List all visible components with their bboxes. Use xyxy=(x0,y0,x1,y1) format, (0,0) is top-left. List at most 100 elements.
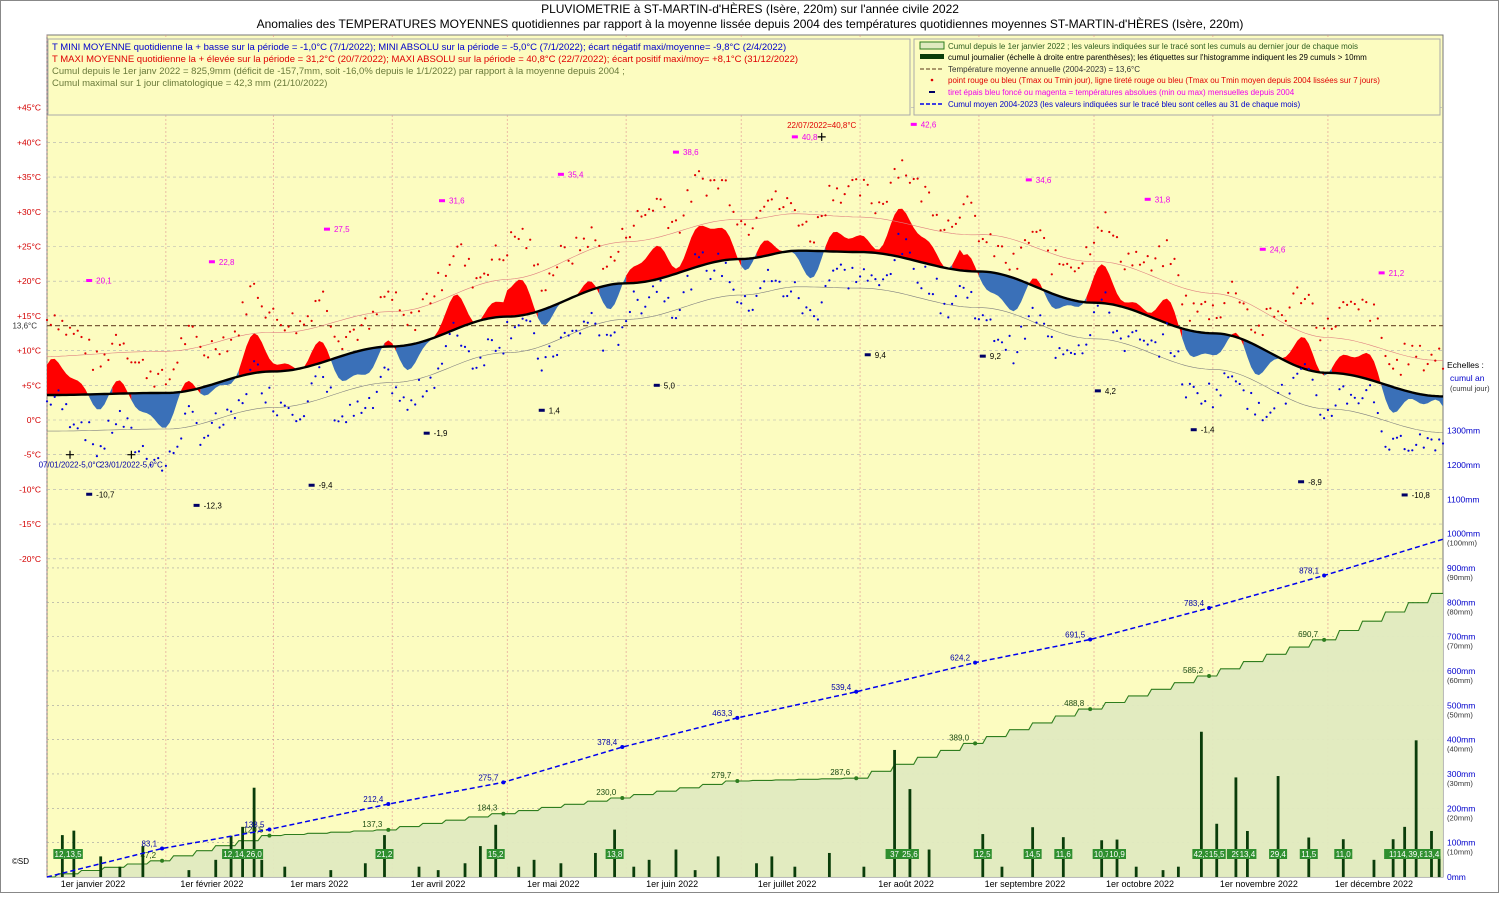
avg-cumul-point xyxy=(160,846,165,851)
tmax-dot xyxy=(479,276,482,279)
tmin-dot xyxy=(1177,350,1180,353)
abs-max-mark xyxy=(1259,247,1266,251)
avg-cumul-point xyxy=(267,827,272,832)
abs-max-label: 34,6 xyxy=(1036,176,1052,185)
cumul-point xyxy=(973,741,978,746)
y-tick-label: +15°C xyxy=(17,311,41,321)
tmax-dot xyxy=(299,320,302,323)
tmin-dot xyxy=(237,399,240,402)
tmax-dot xyxy=(862,178,866,181)
tmin-dot xyxy=(241,402,244,405)
tmax-dot xyxy=(268,311,271,314)
tmax-dot xyxy=(417,310,421,313)
tmin-dot xyxy=(1023,337,1027,340)
tmin-dot xyxy=(1115,329,1119,332)
special-point-label: 07/01/2022-5,0°C xyxy=(39,461,102,470)
tmin-dot xyxy=(210,421,213,424)
tmax-dot xyxy=(1184,294,1188,297)
cumul-label: 184,3 xyxy=(477,804,498,813)
tmin-dot xyxy=(233,416,236,420)
tmax-dot xyxy=(609,255,612,259)
tmin-dot xyxy=(1395,436,1399,439)
tmax-dot xyxy=(118,343,121,346)
tmin-dot xyxy=(743,295,747,298)
tmin-dot xyxy=(728,281,731,284)
tmax-dot xyxy=(1326,317,1329,320)
tmin-dot xyxy=(697,256,701,259)
tmin-dot xyxy=(958,284,961,288)
legend-item-avg-cumul: Cumul moyen 2004-2023 (les valeurs indiq… xyxy=(948,100,1301,109)
tmax-dot xyxy=(931,214,935,217)
tmax-dot xyxy=(76,329,79,332)
tmax-dot xyxy=(617,250,620,253)
avg-cumul-label: 212,4 xyxy=(363,795,384,804)
rain-label: 13,8 xyxy=(605,849,624,859)
abs-max-mark xyxy=(439,199,446,203)
tmax-dot xyxy=(1016,267,1019,270)
tmax-dot xyxy=(360,324,363,327)
tmax-dot xyxy=(1288,306,1291,309)
copyright: ©SD xyxy=(12,857,29,866)
tmin-dot xyxy=(1050,335,1053,338)
tmax-dot xyxy=(318,299,321,302)
tmin-dot xyxy=(364,406,367,410)
tmin-dot xyxy=(1261,419,1264,422)
tmin-dot xyxy=(766,268,770,271)
tmin-dot xyxy=(609,334,612,337)
special-point-label: 22/07/2022=40,8°C xyxy=(787,121,856,130)
right-tick-label: 700mm xyxy=(1447,632,1475,642)
tmax-dot xyxy=(536,263,540,266)
tmin-dot xyxy=(502,352,505,355)
tmax-dot xyxy=(114,333,118,336)
tmin-dot xyxy=(997,338,1000,341)
tmax-dot xyxy=(65,333,68,336)
abs-min-label: 9,4 xyxy=(875,351,887,360)
tmax-dot xyxy=(1043,236,1046,240)
abs-min-mark xyxy=(1298,480,1305,484)
tmax-dot xyxy=(1234,292,1237,295)
tmin-dot xyxy=(1173,355,1176,358)
tmin-dot xyxy=(1054,356,1057,359)
tmax-dot xyxy=(985,241,988,244)
tmin-dot xyxy=(302,415,306,418)
abs-max-label: 31,6 xyxy=(449,197,465,206)
tmin-dot xyxy=(552,355,555,358)
tmin-dot xyxy=(686,274,689,277)
rain-label-text: 14,5 xyxy=(1025,850,1041,859)
tmin-dot xyxy=(341,415,344,418)
tmax-dot xyxy=(1100,229,1103,232)
abs-max-label: 40,8 xyxy=(802,133,818,142)
tmin-dot xyxy=(1380,430,1383,433)
tmin-dot xyxy=(1046,335,1050,338)
annual-mean-label: 13,6°C xyxy=(12,322,37,331)
tmin-dot xyxy=(360,411,363,414)
tmax-dot xyxy=(966,195,969,198)
abs-max-label: 21,2 xyxy=(1389,269,1405,278)
tmin-dot xyxy=(1376,411,1379,415)
rain-bar xyxy=(1437,856,1441,877)
tmax-dot xyxy=(176,361,179,364)
rain-label-text: 15,5 xyxy=(1209,850,1225,859)
tmin-dot xyxy=(651,285,655,288)
tmax-dot xyxy=(1342,301,1345,304)
tmin-dot xyxy=(187,405,190,408)
cumul-point xyxy=(267,833,272,838)
tmax-dot xyxy=(1254,331,1257,334)
tmin-dot xyxy=(816,318,820,321)
tmin-dot xyxy=(1411,449,1414,452)
tmin-dot xyxy=(1388,448,1391,451)
tmax-dot xyxy=(1131,264,1134,267)
tmin-dot xyxy=(674,317,678,320)
tmax-dot xyxy=(1142,261,1145,264)
tmax-dot xyxy=(1146,255,1149,258)
tmax-dot xyxy=(364,317,367,320)
tmax-dot xyxy=(130,361,133,364)
tmax-dot xyxy=(559,244,563,247)
tmin-dot xyxy=(905,238,908,241)
tmax-dot xyxy=(793,209,797,212)
tmin-dot xyxy=(264,401,267,404)
legend-box: Cumul depuis le 1er janvier 2022 ; les v… xyxy=(913,38,1441,116)
tmax-dot xyxy=(640,215,643,218)
tmax-dot xyxy=(375,313,378,316)
tmin-dot xyxy=(617,343,620,346)
